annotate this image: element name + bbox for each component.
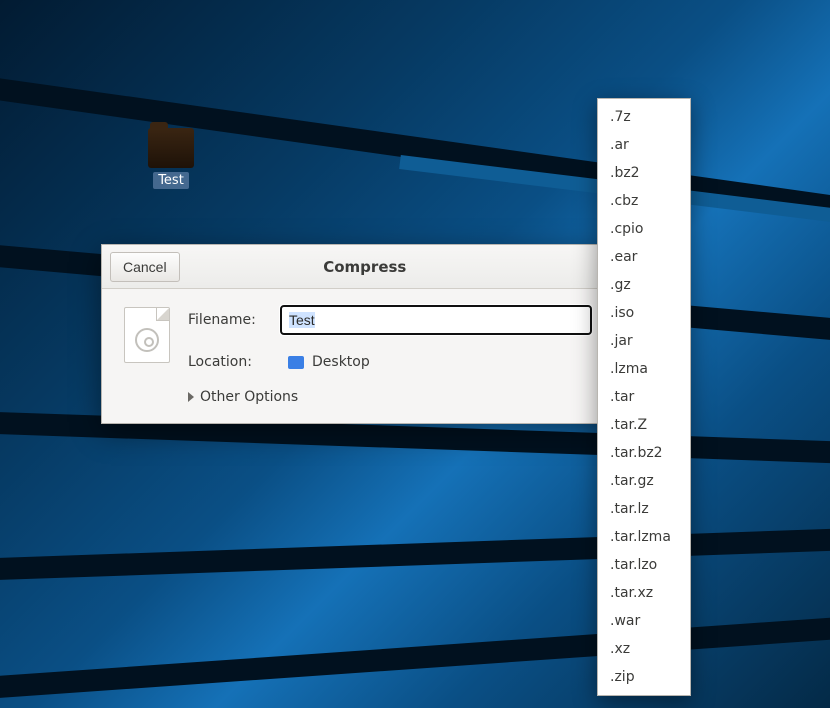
extension-option[interactable]: .bz2 bbox=[598, 159, 690, 187]
compress-dialog: Cancel Compress Filename: Location: Desk… bbox=[101, 244, 615, 424]
extension-option[interactable]: .cbz bbox=[598, 187, 690, 215]
extension-option[interactable]: .zip bbox=[598, 663, 690, 691]
wallpaper-stripe bbox=[0, 522, 830, 582]
extension-option[interactable]: .war bbox=[598, 607, 690, 635]
extension-option[interactable]: .ar bbox=[598, 131, 690, 159]
extension-option[interactable]: .tar.lzma bbox=[598, 523, 690, 551]
dialog-body: Filename: Location: Desktop Other Option… bbox=[102, 289, 614, 423]
extension-option[interactable]: .gz bbox=[598, 271, 690, 299]
location-label: Location: bbox=[188, 354, 266, 370]
filename-label: Filename: bbox=[188, 312, 266, 328]
extension-option[interactable]: .xz bbox=[598, 635, 690, 663]
desktop-icon bbox=[288, 356, 304, 369]
other-options-toggle[interactable]: Other Options bbox=[188, 389, 592, 405]
desktop-folder-test[interactable]: Test bbox=[132, 128, 210, 189]
chevron-right-icon bbox=[188, 392, 194, 402]
location-row: Location: Desktop bbox=[188, 347, 592, 377]
extension-option[interactable]: .ear bbox=[598, 243, 690, 271]
filename-input[interactable] bbox=[280, 305, 592, 335]
extension-option[interactable]: .tar.lz bbox=[598, 495, 690, 523]
archive-file-icon bbox=[124, 307, 170, 363]
location-value: Desktop bbox=[312, 354, 370, 370]
extension-option[interactable]: .tar.lzo bbox=[598, 551, 690, 579]
cancel-button[interactable]: Cancel bbox=[110, 252, 180, 282]
extension-option[interactable]: .tar.gz bbox=[598, 467, 690, 495]
folder-icon bbox=[148, 128, 194, 168]
extension-option[interactable]: .lzma bbox=[598, 355, 690, 383]
extension-option[interactable]: .jar bbox=[598, 327, 690, 355]
extension-option[interactable]: .7z bbox=[598, 103, 690, 131]
extension-option[interactable]: .cpio bbox=[598, 215, 690, 243]
extension-option[interactable]: .tar.bz2 bbox=[598, 439, 690, 467]
disc-icon bbox=[135, 328, 159, 352]
extension-dropdown[interactable]: .7z.ar.bz2.cbz.cpio.ear.gz.iso.jar.lzma.… bbox=[597, 98, 691, 696]
extension-option[interactable]: .tar bbox=[598, 383, 690, 411]
other-options-label: Other Options bbox=[200, 389, 298, 405]
location-picker[interactable]: Desktop bbox=[280, 347, 592, 377]
wallpaper-stripe bbox=[0, 603, 830, 702]
desktop-icon-label: Test bbox=[153, 172, 189, 189]
filename-row: Filename: bbox=[188, 305, 592, 335]
extension-option[interactable]: .tar.Z bbox=[598, 411, 690, 439]
compress-form: Filename: Location: Desktop Other Option… bbox=[188, 305, 592, 405]
extension-option[interactable]: .tar.xz bbox=[598, 579, 690, 607]
extension-option[interactable]: .iso bbox=[598, 299, 690, 327]
dialog-title: Compress bbox=[180, 258, 550, 276]
dialog-header: Cancel Compress bbox=[102, 245, 614, 289]
